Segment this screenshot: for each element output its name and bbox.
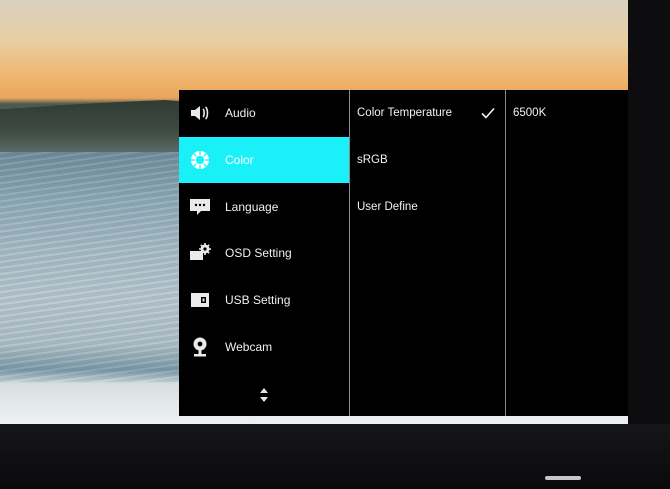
osd-main-menu: Audio Color Language OSD Setting USB Set… [179,90,350,416]
osd-submenu: Color Temperature sRGB User Define [350,90,506,416]
usb-port-icon [189,289,211,311]
menu-item-label: Color [225,153,254,168]
menu-item-label: OSD Setting [225,246,292,261]
submenu-item-srgb[interactable]: sRGB [350,137,505,184]
submenu-item-color-temperature[interactable]: Color Temperature [350,90,505,137]
sea-image [0,152,200,382]
menu-item-label: USB Setting [225,293,291,308]
menu-item-webcam[interactable]: Webcam [179,323,349,370]
webcam-icon [189,336,211,358]
color-temperature-value[interactable]: 6500K [506,90,628,137]
osd-menu: Audio Color Language OSD Setting USB Set… [179,90,628,416]
speaker-icon [189,102,211,124]
menu-item-label: Audio [225,106,256,121]
power-led [545,476,581,480]
submenu-item-user-define[interactable]: User Define [350,183,505,230]
menu-item-osd-setting[interactable]: OSD Setting [179,230,349,277]
menu-item-audio[interactable]: Audio [179,90,349,137]
submenu-item-label: Color Temperature [357,107,453,120]
monitor-bezel-right [628,0,670,489]
value-label: 6500K [513,107,547,120]
checkmark-icon [481,107,495,120]
menu-item-label: Language [225,199,279,214]
menu-item-label: Webcam [225,339,273,354]
color-wheel-icon [189,149,211,171]
osd-value-panel: 6500K [506,90,628,416]
speech-bubble-icon [189,196,211,218]
menu-item-usb-setting[interactable]: USB Setting [179,277,349,324]
osd-gear-icon [189,242,211,264]
submenu-item-label: User Define [357,200,418,213]
up-down-arrows-icon[interactable] [179,388,349,402]
submenu-item-label: sRGB [357,154,388,167]
menu-item-color[interactable]: Color [179,136,349,184]
menu-item-language[interactable]: Language [179,183,349,230]
